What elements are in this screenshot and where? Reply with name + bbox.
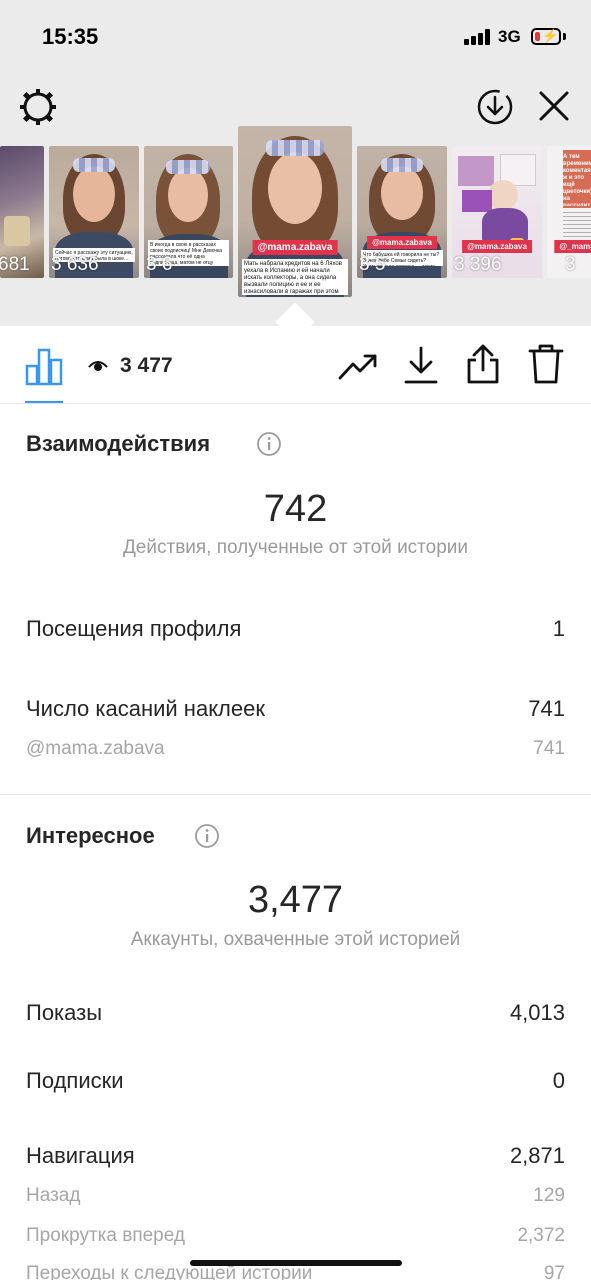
trending-up-icon[interactable] (338, 348, 378, 384)
interactions-title: Взаимодействия (26, 431, 211, 456)
story-caption: Мать набрала кредитов на 6 Ляхов уехала … (242, 259, 348, 295)
interactions-total: 742 (263, 488, 328, 530)
insights-panel: 3 477 Взаимодействия 742 Действия, получ… (0, 326, 591, 1280)
status-bar: 15:35 3G ⚡ (0, 0, 591, 70)
download-circle-icon[interactable] (475, 87, 515, 127)
bar-chart-icon[interactable] (25, 346, 63, 386)
info-icon[interactable] (256, 431, 282, 457)
home-indicator[interactable] (190, 1260, 402, 1266)
story-views: 3 (565, 254, 576, 275)
story-mention-tag: @mama.zabava (367, 236, 437, 249)
story-thumbnail[interactable]: В иногда в свою в рассказах своих подпис… (144, 146, 233, 278)
battery-cap (563, 33, 566, 40)
story-thumbnail[interactable]: @mama.zabava 3 396 (452, 146, 542, 278)
story-thumbnail[interactable]: Сейчас я расскажу эту ситуацию, потому ч… (49, 146, 139, 278)
views-count: 3 477 (120, 354, 173, 377)
story-views: 681 (0, 254, 30, 275)
trash-icon[interactable] (528, 342, 564, 386)
metric-value: 741 (528, 696, 565, 721)
metric-label: Навигация (26, 1143, 135, 1168)
metric-value: 0 (552, 1068, 565, 1093)
metric-value: 4,013 (509, 1000, 565, 1025)
story-thumbnail[interactable]: @mama.zabava Что бабушка ей говорила не … (357, 146, 447, 278)
story-viewer-header: 15:35 3G ⚡ 681 Сейчас я расскажу эту сит… (0, 0, 591, 326)
story-thumbnail[interactable]: А тем временем коментая ж и это ещё цвет… (547, 146, 591, 278)
info-icon[interactable] (194, 823, 220, 849)
discovery-caption: Аккаунты, охваченные этой историей (130, 929, 461, 950)
story-mention-tag: @mama.zabava (462, 240, 532, 253)
interactions-caption: Действия, полученные от этой истории (122, 537, 469, 558)
battery-icon: ⚡ (531, 28, 561, 45)
sub-metric-value: 2,372 (517, 1225, 565, 1246)
sub-metric-value: 129 (533, 1185, 565, 1206)
status-time: 15:35 (42, 24, 99, 49)
story-views: 3 6 (146, 254, 173, 275)
story-thumbnail[interactable]: 681 (0, 146, 44, 278)
download-icon[interactable] (402, 344, 440, 386)
story-views: 3 636 (51, 254, 99, 275)
story-thumbnail-selected[interactable]: @mama.zabava Мать набрала кредитов на 6 … (238, 126, 352, 297)
sub-metric-value: 97 (543, 1263, 565, 1280)
section-divider (0, 794, 591, 795)
metric-label: Посещения профиля (26, 616, 242, 641)
discovery-title: Интересное (26, 823, 155, 848)
story-views: 3 5 (359, 254, 386, 275)
metric-label: Число касаний наклеек (26, 696, 265, 721)
close-icon[interactable] (535, 87, 573, 125)
story-caption: А тем временем коментая ж и это ещё цвет… (563, 154, 591, 206)
sub-metric-label: @mama.zabava (26, 738, 165, 759)
discovery-total: 3,477 (247, 879, 344, 921)
story-mention-tag: @_mama (554, 240, 591, 253)
metric-value: 1 (552, 616, 565, 641)
network-type: 3G (498, 27, 521, 46)
eye-icon (88, 356, 108, 376)
insights-toolbar: 3 477 (0, 326, 591, 404)
signal-icon (464, 29, 492, 45)
metric-label: Показы (26, 1000, 103, 1025)
story-views: 3 396 (454, 254, 502, 275)
story-mention-tag: @mama.zabava (252, 240, 338, 255)
metric-label: Подписки (26, 1068, 124, 1093)
sub-metric-label: Назад (26, 1185, 81, 1206)
metric-value: 2,871 (509, 1143, 565, 1168)
share-icon[interactable] (465, 342, 501, 386)
sub-metric-label: Прокрутка вперед (26, 1225, 185, 1246)
gear-icon[interactable] (17, 86, 59, 128)
sub-metric-value: 741 (533, 738, 565, 759)
tab-underline (25, 401, 63, 403)
